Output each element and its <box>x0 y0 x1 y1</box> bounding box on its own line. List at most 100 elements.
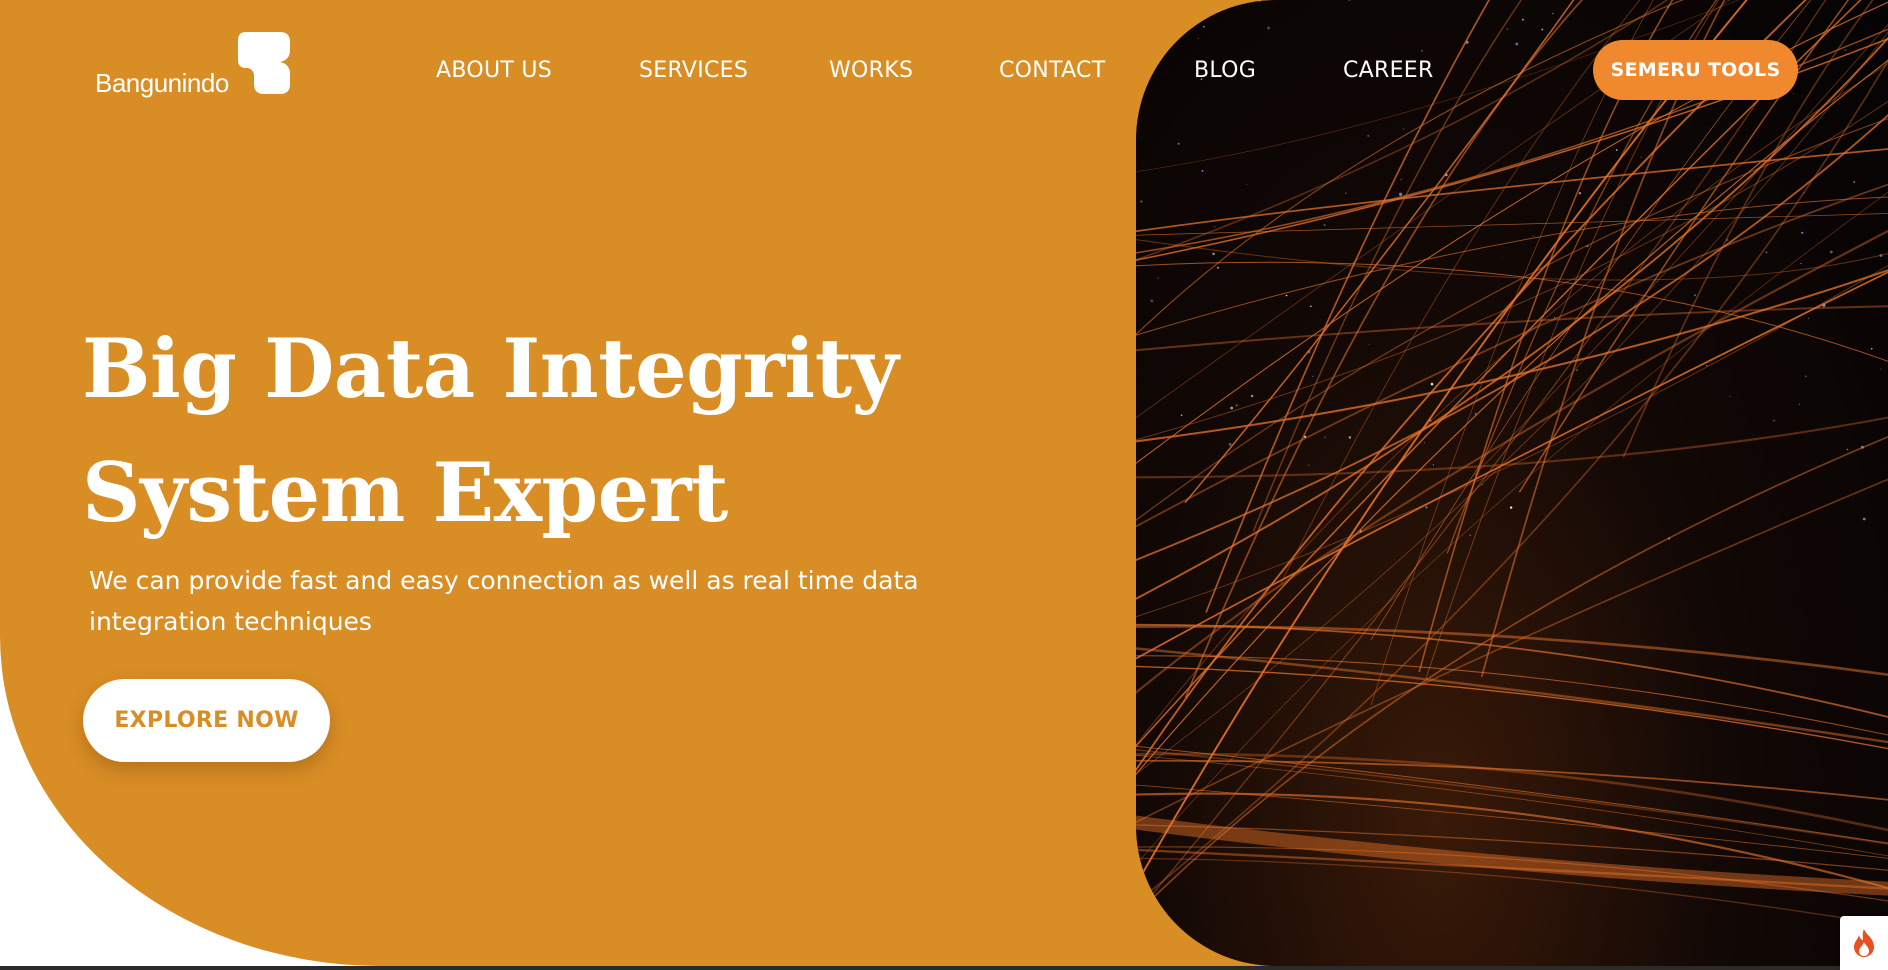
star-dot <box>1212 252 1215 256</box>
star-dot <box>1246 183 1248 185</box>
star-dot <box>1324 436 1326 439</box>
star-dot <box>1367 134 1370 137</box>
star-dot <box>1399 192 1403 196</box>
star-dot <box>1640 156 1642 158</box>
star-dot <box>1312 375 1314 377</box>
star-dot <box>1615 149 1618 151</box>
light-trail <box>1136 269 1888 443</box>
star-dot <box>1506 28 1509 30</box>
star-dot <box>1230 406 1234 410</box>
star-dot <box>1729 395 1731 398</box>
page-stage: Bangunindo ABOUT US SERVICES WORKS CONTA… <box>0 0 1888 966</box>
light-trail <box>1136 623 1888 718</box>
star-dot <box>1829 250 1833 254</box>
light-trails-image <box>1136 0 1888 926</box>
star-dot <box>1430 382 1434 386</box>
nav-item-about-us[interactable]: ABOUT US <box>436 54 552 88</box>
star-dot <box>1871 348 1873 350</box>
star-dot <box>1368 344 1370 346</box>
light-trail <box>1370 0 1654 706</box>
star-dot <box>1420 49 1423 52</box>
star-dot <box>1400 179 1402 181</box>
explore-now-button[interactable]: EXPLORE NOW <box>83 679 330 762</box>
star-dot <box>1469 534 1471 536</box>
star-dot <box>1552 12 1554 15</box>
star-dot <box>1502 256 1503 258</box>
star-dot <box>1541 28 1544 31</box>
hero-image <box>1136 0 1888 966</box>
star-dot <box>1862 517 1866 521</box>
light-trail <box>1136 784 1888 859</box>
light-trail <box>1184 0 1584 698</box>
star-dot <box>1214 226 1216 228</box>
star-dot <box>1217 266 1219 269</box>
star-dot <box>1423 442 1425 444</box>
star-dot <box>1197 37 1199 39</box>
light-trail <box>1136 183 1888 528</box>
light-trail <box>1136 0 1827 916</box>
star-dot <box>1772 419 1776 422</box>
star-dot <box>1258 0 1261 2</box>
star-dot <box>1807 317 1809 319</box>
light-trail <box>1136 31 1888 775</box>
star-dot <box>1553 317 1555 319</box>
star-dot <box>1844 49 1846 51</box>
light-trail <box>1136 59 1888 905</box>
star-dot <box>1706 365 1708 367</box>
star-dot <box>1765 251 1768 254</box>
nav-item-services[interactable]: SERVICES <box>639 54 748 88</box>
corner-badge[interactable] <box>1840 916 1888 970</box>
light-trail <box>1136 196 1888 336</box>
star-dot <box>1345 192 1347 194</box>
star-dot <box>1481 484 1483 486</box>
star-dot <box>1228 442 1232 446</box>
star-dot <box>1515 42 1519 46</box>
hero-headline: Big Data Integrity System Expert <box>82 308 962 556</box>
star-dot <box>1846 448 1849 451</box>
star-dot <box>1853 181 1856 183</box>
star-dot <box>1801 231 1804 234</box>
star-dot <box>1799 403 1801 405</box>
light-trail <box>1136 0 1807 772</box>
star-dot <box>1202 25 1205 28</box>
light-trail <box>1136 261 1888 362</box>
light-trail <box>1136 239 1888 281</box>
star-dot <box>1156 277 1159 280</box>
hero-subtitle: We can provide fast and easy connection … <box>89 566 919 636</box>
hero-headline-line2: System Expert <box>82 446 728 541</box>
star-dot <box>1201 170 1204 172</box>
star-dot <box>1310 305 1312 308</box>
light-trail <box>1136 229 1888 695</box>
flame-icon <box>1854 929 1874 957</box>
star-dot <box>1308 464 1310 466</box>
star-dot <box>1474 413 1477 415</box>
star-dot <box>1578 192 1582 195</box>
page-bottom-border <box>0 966 1888 970</box>
light-trail <box>1205 0 1490 613</box>
star-dot <box>1522 18 1524 21</box>
star-dot <box>1425 506 1428 509</box>
star-dot <box>1348 436 1352 439</box>
star-dot <box>1800 262 1802 265</box>
light-trail <box>1136 0 1862 748</box>
star-dot <box>1402 128 1405 130</box>
star-dot <box>1805 375 1807 378</box>
star-dot <box>1177 142 1180 145</box>
star-dot <box>1235 404 1238 407</box>
light-trail <box>1136 148 1888 233</box>
star-dot <box>1250 394 1254 398</box>
light-trail <box>1136 191 1888 866</box>
star-dot <box>1180 414 1183 417</box>
star-dot <box>1793 93 1794 94</box>
star-dot <box>1576 369 1578 372</box>
nav-item-works[interactable]: WORKS <box>829 54 913 88</box>
nav-item-career[interactable]: CAREER <box>1343 54 1434 88</box>
star-dot <box>1432 464 1434 466</box>
semeru-tools-button[interactable]: SEMERU TOOLS <box>1593 40 1798 100</box>
star-dot <box>1285 294 1288 297</box>
star-dot <box>1323 224 1326 227</box>
nav-item-contact[interactable]: CONTACT <box>999 54 1105 88</box>
star-dot <box>1693 294 1696 297</box>
nav-item-blog[interactable]: BLOG <box>1194 54 1256 88</box>
star-dot <box>1150 299 1154 303</box>
